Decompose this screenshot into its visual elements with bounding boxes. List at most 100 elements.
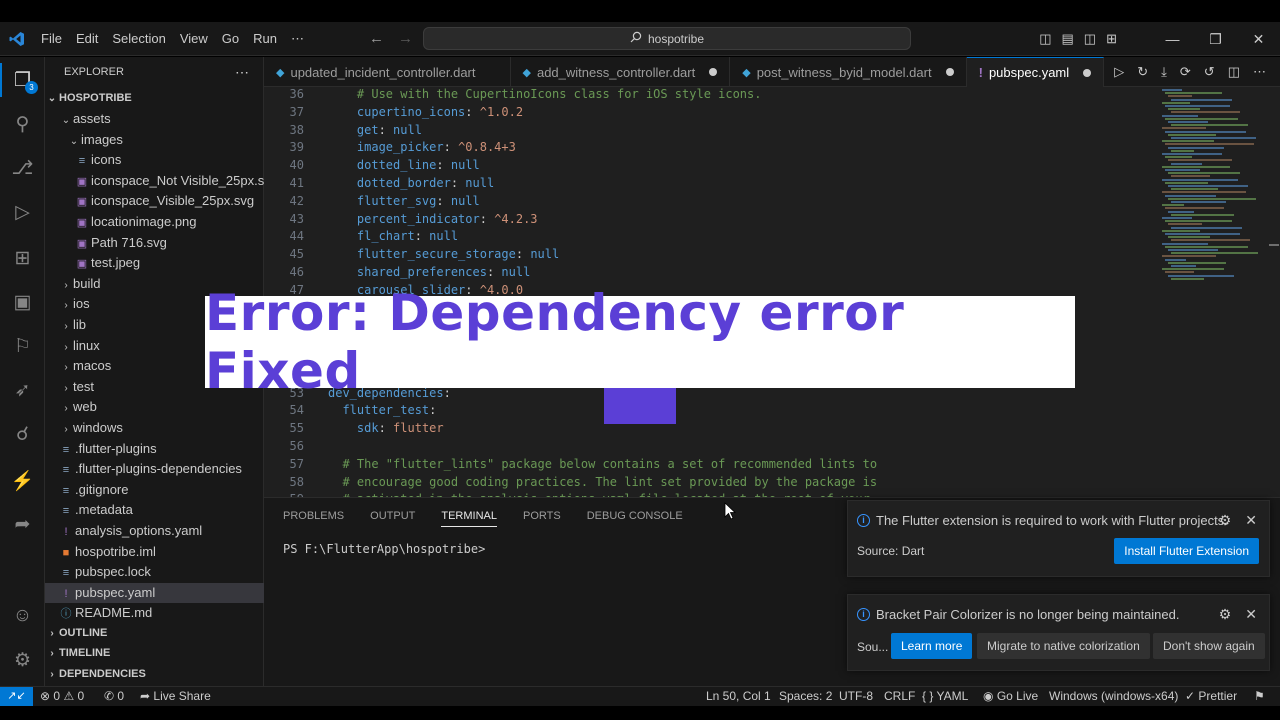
migrate-colorization-button[interactable]: Migrate to native colorization — [977, 633, 1150, 659]
remote-explorer-icon[interactable]: ▣ — [0, 291, 45, 314]
explorer-file[interactable]: ≡ .flutter-plugins-dependencies — [45, 459, 264, 479]
menu-go[interactable]: Go — [215, 22, 246, 56]
workspace-root[interactable]: ⌄ HOSPOTRIBE — [45, 88, 264, 108]
tab-output[interactable]: OUTPUT — [370, 510, 415, 522]
notification-gear-icon[interactable]: ⚙ — [1219, 512, 1232, 529]
database-tree-icon[interactable]: ☌ — [0, 423, 45, 446]
search-view-icon[interactable]: ⚲ — [0, 113, 45, 136]
notification-gear-icon[interactable]: ⚙ — [1219, 606, 1232, 623]
minimize-icon[interactable]: — — [1151, 31, 1194, 47]
hot-reload-icon[interactable]: ↻ — [1137, 64, 1148, 80]
dependencies-section[interactable]: › DEPENDENCIES — [45, 664, 264, 684]
run-icon[interactable]: ▷ — [1114, 64, 1124, 80]
live-share-icon[interactable]: ➦ — [0, 513, 45, 536]
scrollbar-thumb[interactable] — [1269, 244, 1279, 246]
tab-problems[interactable]: PROBLEMS — [283, 510, 344, 522]
tab-ports[interactable]: PORTS — [523, 510, 561, 522]
explorer-file[interactable]: ! pubspec.yaml — [45, 582, 264, 603]
source-control-icon[interactable]: ⎇ — [0, 157, 45, 180]
toggle-secondary-sidebar-icon[interactable]: ◫ — [1084, 31, 1096, 47]
explorer-folder[interactable]: › web — [45, 397, 264, 417]
explorer-file[interactable]: ≡ pubspec.lock — [45, 562, 264, 582]
tab-post-witness-byid-model[interactable]: ◆ post_witness_byid_model.dart — [730, 57, 967, 87]
back-arrow-icon[interactable]: ← — [369, 30, 384, 47]
minimap-line — [1171, 213, 1234, 216]
explorer-file[interactable]: ▣ iconspace_Not Visible_25px.svg — [45, 171, 278, 191]
menu-view[interactable]: View — [173, 22, 215, 56]
explorer-file[interactable]: ≡ .metadata — [45, 500, 264, 520]
timeline-section[interactable]: › TIMELINE — [45, 643, 264, 663]
language-mode[interactable]: { } YAML — [922, 687, 968, 706]
lightning-icon[interactable]: ⚡ — [0, 469, 45, 493]
run-debug-icon[interactable]: ▷ — [0, 201, 45, 224]
flutter-icon[interactable]: ➶ — [0, 379, 45, 402]
line-endings[interactable]: CRLF — [884, 687, 915, 706]
outline-section[interactable]: › OUTLINE — [45, 623, 264, 643]
explorer-folder[interactable]: ⌄ assets — [45, 109, 264, 129]
encoding[interactable]: UTF-8 — [839, 687, 873, 706]
explorer-files-icon[interactable]: ❐ — [0, 63, 45, 97]
platform-status[interactable]: Windows (windows-x64) — [1049, 687, 1178, 706]
forward-arrow-icon[interactable]: → — [398, 30, 413, 47]
install-flutter-extension-button[interactable]: Install Flutter Extension — [1114, 538, 1259, 564]
menu-file[interactable]: File — [34, 22, 69, 56]
more-actions-icon[interactable]: ⋯ — [1253, 64, 1266, 80]
menu-edit[interactable]: Edit — [69, 22, 105, 56]
terminal-prompt[interactable]: PS F:\FlutterApp\hospotribe> — [283, 542, 485, 556]
explorer-file[interactable]: ▣ Path 716.svg — [45, 233, 264, 253]
tab-add-witness-controller[interactable]: ◆ add_witness_controller.dart — [511, 57, 731, 87]
dont-show-again-button[interactable]: Don't show again — [1153, 633, 1265, 659]
learn-more-button[interactable]: Learn more — [891, 633, 973, 659]
refresh-icon[interactable]: ⟳ — [1180, 64, 1191, 80]
explorer-file[interactable]: ≡ .gitignore — [45, 480, 264, 500]
download-icon[interactable]: ⤓ — [1161, 64, 1167, 80]
explorer-file[interactable]: ≡ icons — [45, 150, 264, 170]
toggle-primary-sidebar-icon[interactable]: ◫ — [1039, 31, 1051, 47]
tab-pubspec-yaml[interactable]: ! pubspec.yaml — [966, 57, 1105, 87]
customize-layout-icon[interactable]: ⊞ — [1106, 31, 1117, 47]
live-share-status[interactable]: ➦ Live Share — [140, 687, 211, 706]
tab-label: post_witness_byid_model.dart — [756, 64, 932, 80]
explorer-file[interactable]: ▣ locationimage.png — [45, 212, 264, 232]
indentation[interactable]: Spaces: 2 — [779, 687, 832, 706]
close-window-icon[interactable]: ✕ — [1237, 31, 1280, 48]
tab-debug-console[interactable]: DEBUG CONSOLE — [587, 510, 683, 522]
cursor-position[interactable]: Ln 50, Col 1 — [706, 687, 771, 706]
restart-icon[interactable]: ↺ — [1204, 64, 1215, 80]
notification-text: The Flutter extension is required to wor… — [876, 513, 1228, 528]
menu-selection[interactable]: Selection — [105, 22, 172, 56]
explorer-file[interactable]: ■ hospotribe.iml — [45, 542, 264, 562]
notification-close-icon[interactable]: ✕ — [1245, 512, 1257, 529]
explorer-more-icon[interactable]: ⋯ — [235, 64, 249, 81]
testing-flask-icon[interactable]: ⚐ — [0, 335, 45, 358]
prettier-status[interactable]: ✓ Prettier — [1185, 687, 1237, 706]
command-center-search[interactable]: hospotribe — [423, 27, 911, 50]
ports-status[interactable]: ✆ 0 — [104, 687, 124, 706]
explorer-file[interactable]: ⓘ README.md — [45, 603, 264, 623]
toggle-panel-icon[interactable]: ▤ — [1062, 31, 1074, 47]
settings-gear-icon[interactable]: ⚙ — [0, 649, 45, 672]
explorer-file[interactable]: ≡ .flutter-plugins — [45, 439, 264, 459]
accounts-icon[interactable]: ☺ — [0, 605, 45, 627]
tab-terminal[interactable]: TERMINAL — [441, 505, 497, 527]
split-editor-icon[interactable]: ◫ — [1228, 64, 1240, 80]
extensions-icon[interactable]: ⊞ — [0, 247, 45, 270]
problems-status[interactable]: ⊗ 0 ⚠ 0 — [40, 687, 84, 706]
restore-icon[interactable]: ❐ — [1194, 31, 1237, 48]
explorer-folder[interactable]: › windows — [45, 418, 264, 438]
explorer-item-label: test — [73, 378, 94, 394]
tab-updated-incident-controller[interactable]: ◆ updated_incident_controller.dart — [264, 57, 511, 87]
remote-indicator-icon[interactable]: ↗↙ — [0, 687, 33, 706]
minimap[interactable] — [1152, 87, 1272, 497]
explorer-file[interactable]: ▣ test.jpeg — [45, 253, 264, 273]
notifications-bell-icon[interactable]: ⚑ — [1254, 687, 1265, 706]
explorer-file[interactable]: ! analysis_options.yaml — [45, 521, 264, 541]
menu-run[interactable]: Run — [246, 22, 284, 56]
explorer-folder[interactable]: ⌄ images — [45, 130, 264, 150]
menu-more[interactable]: ⋯ — [284, 22, 311, 56]
notification-close-icon[interactable]: ✕ — [1245, 606, 1257, 623]
explorer-file[interactable]: ▣ iconspace_Visible_25px.svg — [45, 191, 264, 211]
chevron-right-icon: › — [64, 300, 68, 312]
explorer-item-label: linux — [73, 337, 100, 353]
go-live-status[interactable]: ◉ Go Live — [983, 687, 1038, 706]
